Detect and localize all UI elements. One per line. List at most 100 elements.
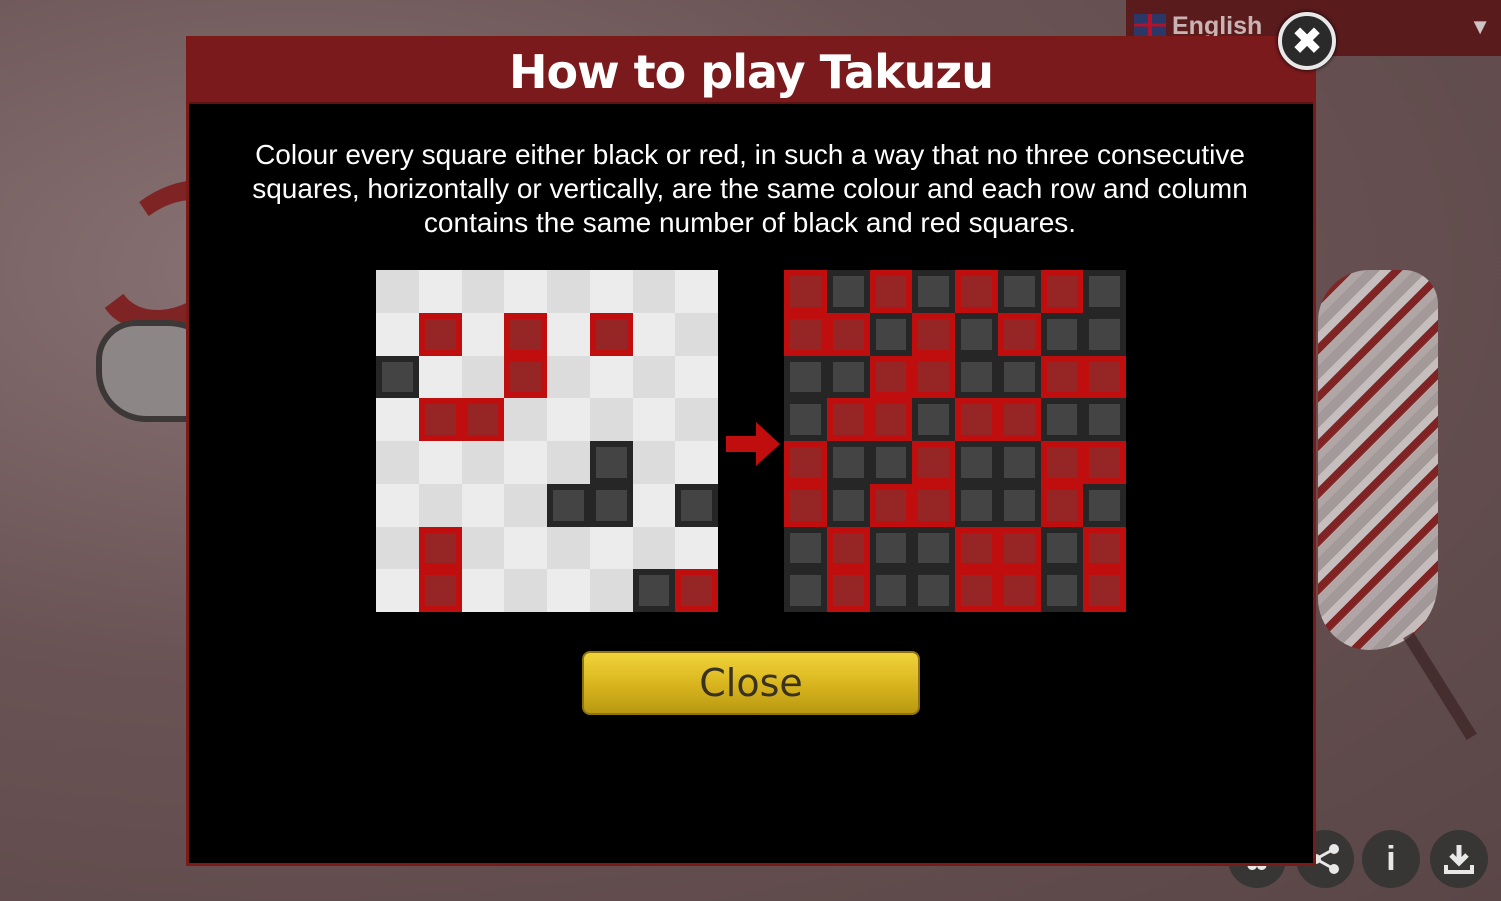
puzzle-cell: [547, 398, 590, 441]
solution-cell: [1040, 483, 1084, 527]
arrow-right-icon: [726, 422, 780, 466]
solution-cell: [826, 441, 870, 484]
solution-cell: [784, 483, 827, 527]
solution-cell: [955, 270, 998, 313]
solution-cell: [955, 483, 998, 527]
solution-cell: [1040, 398, 1084, 441]
solution-cell: [784, 441, 827, 484]
solution-cell: [826, 398, 870, 441]
puzzle-cell: [376, 312, 419, 356]
puzzle-cell: [589, 483, 633, 527]
puzzle-cell: [589, 569, 633, 612]
puzzle-cell: [376, 526, 419, 570]
solution-cell: [826, 526, 870, 570]
solution-cell: [869, 398, 913, 441]
solution-cell: [955, 312, 998, 356]
solution-cell: [1083, 483, 1126, 527]
solution-cell: [997, 398, 1041, 441]
puzzle-cell: [632, 526, 676, 570]
puzzle-cell: [547, 355, 590, 399]
puzzle-cell: [376, 398, 419, 441]
solution-cell: [1083, 355, 1126, 399]
puzzle-cell: [632, 312, 676, 356]
puzzle-cell: [547, 270, 590, 313]
puzzle-cell: [547, 312, 590, 356]
uk-flag-icon: [1134, 14, 1166, 36]
puzzle-cell: [504, 526, 547, 570]
solution-cell: [1083, 270, 1126, 313]
solution-cell: [1083, 526, 1126, 570]
solution-cell: [869, 526, 913, 570]
puzzle-cell: [461, 441, 505, 484]
puzzle-cell: [461, 569, 505, 612]
puzzle-cell: [547, 483, 590, 527]
puzzle-cell: [418, 355, 462, 399]
solution-cell: [869, 441, 913, 484]
puzzle-cell: [418, 270, 462, 313]
solution-cell: [955, 355, 998, 399]
download-icon[interactable]: [1430, 830, 1488, 888]
background-branch: [1403, 631, 1477, 741]
puzzle-cell: [461, 312, 505, 356]
solution-cell: [826, 569, 870, 612]
solution-cell: [869, 270, 913, 313]
puzzle-cell: [376, 270, 419, 313]
solution-cell: [912, 526, 955, 570]
solution-cell: [784, 355, 827, 399]
puzzle-cell: [418, 441, 462, 484]
puzzle-cell: [418, 569, 462, 612]
solution-cell: [826, 270, 870, 313]
puzzle-cell: [461, 526, 505, 570]
puzzle-cell: [418, 483, 462, 527]
rules-description: Colour every square either black or red,…: [252, 139, 1248, 238]
dialog-title: How to play Takuzu: [509, 45, 994, 99]
puzzle-cell: [632, 398, 676, 441]
solution-cell: [997, 355, 1041, 399]
puzzle-cell: [504, 312, 547, 356]
puzzle-cell: [376, 569, 419, 612]
puzzle-cell: [589, 270, 633, 313]
info-icon[interactable]: i: [1362, 830, 1420, 888]
solution-cell: [997, 569, 1041, 612]
solution-cell: [912, 441, 955, 484]
puzzle-example-grid: [376, 270, 718, 612]
puzzle-cell: [376, 483, 419, 527]
puzzle-cell: [675, 270, 718, 313]
solution-cell: [955, 398, 998, 441]
puzzle-cell: [504, 270, 547, 313]
solution-cell: [997, 312, 1041, 356]
puzzle-cell: [632, 441, 676, 484]
dialog-header: How to play Takuzu: [189, 39, 1313, 104]
solution-cell: [1040, 526, 1084, 570]
solution-cell: [955, 441, 998, 484]
solution-cell: [869, 569, 913, 612]
solution-cell: [1040, 441, 1084, 484]
solution-cell: [826, 355, 870, 399]
solution-cell: [784, 526, 827, 570]
puzzle-cell: [547, 441, 590, 484]
solution-cell: [784, 270, 827, 313]
solution-cell: [1040, 569, 1084, 612]
puzzle-cell: [675, 355, 718, 399]
solution-cell: [826, 483, 870, 527]
puzzle-cell: [504, 441, 547, 484]
puzzle-cell: [504, 398, 547, 441]
solution-cell: [1083, 569, 1126, 612]
dropdown-caret-icon: ▼: [1469, 14, 1491, 39]
close-button[interactable]: Close: [582, 651, 920, 715]
puzzle-cell: [461, 398, 505, 441]
solution-cell: [997, 526, 1041, 570]
solution-cell: [1040, 312, 1084, 356]
puzzle-cell: [589, 526, 633, 570]
puzzle-cell: [504, 355, 547, 399]
puzzle-cell: [376, 355, 419, 399]
solution-cell: [1083, 441, 1126, 484]
puzzle-cell: [632, 569, 676, 612]
puzzle-cell: [675, 526, 718, 570]
close-x-icon[interactable]: ✖: [1278, 12, 1336, 70]
puzzle-cell: [547, 526, 590, 570]
solution-cell: [869, 312, 913, 356]
puzzle-cell: [504, 569, 547, 612]
solution-cell: [869, 483, 913, 527]
solution-cell: [912, 398, 955, 441]
